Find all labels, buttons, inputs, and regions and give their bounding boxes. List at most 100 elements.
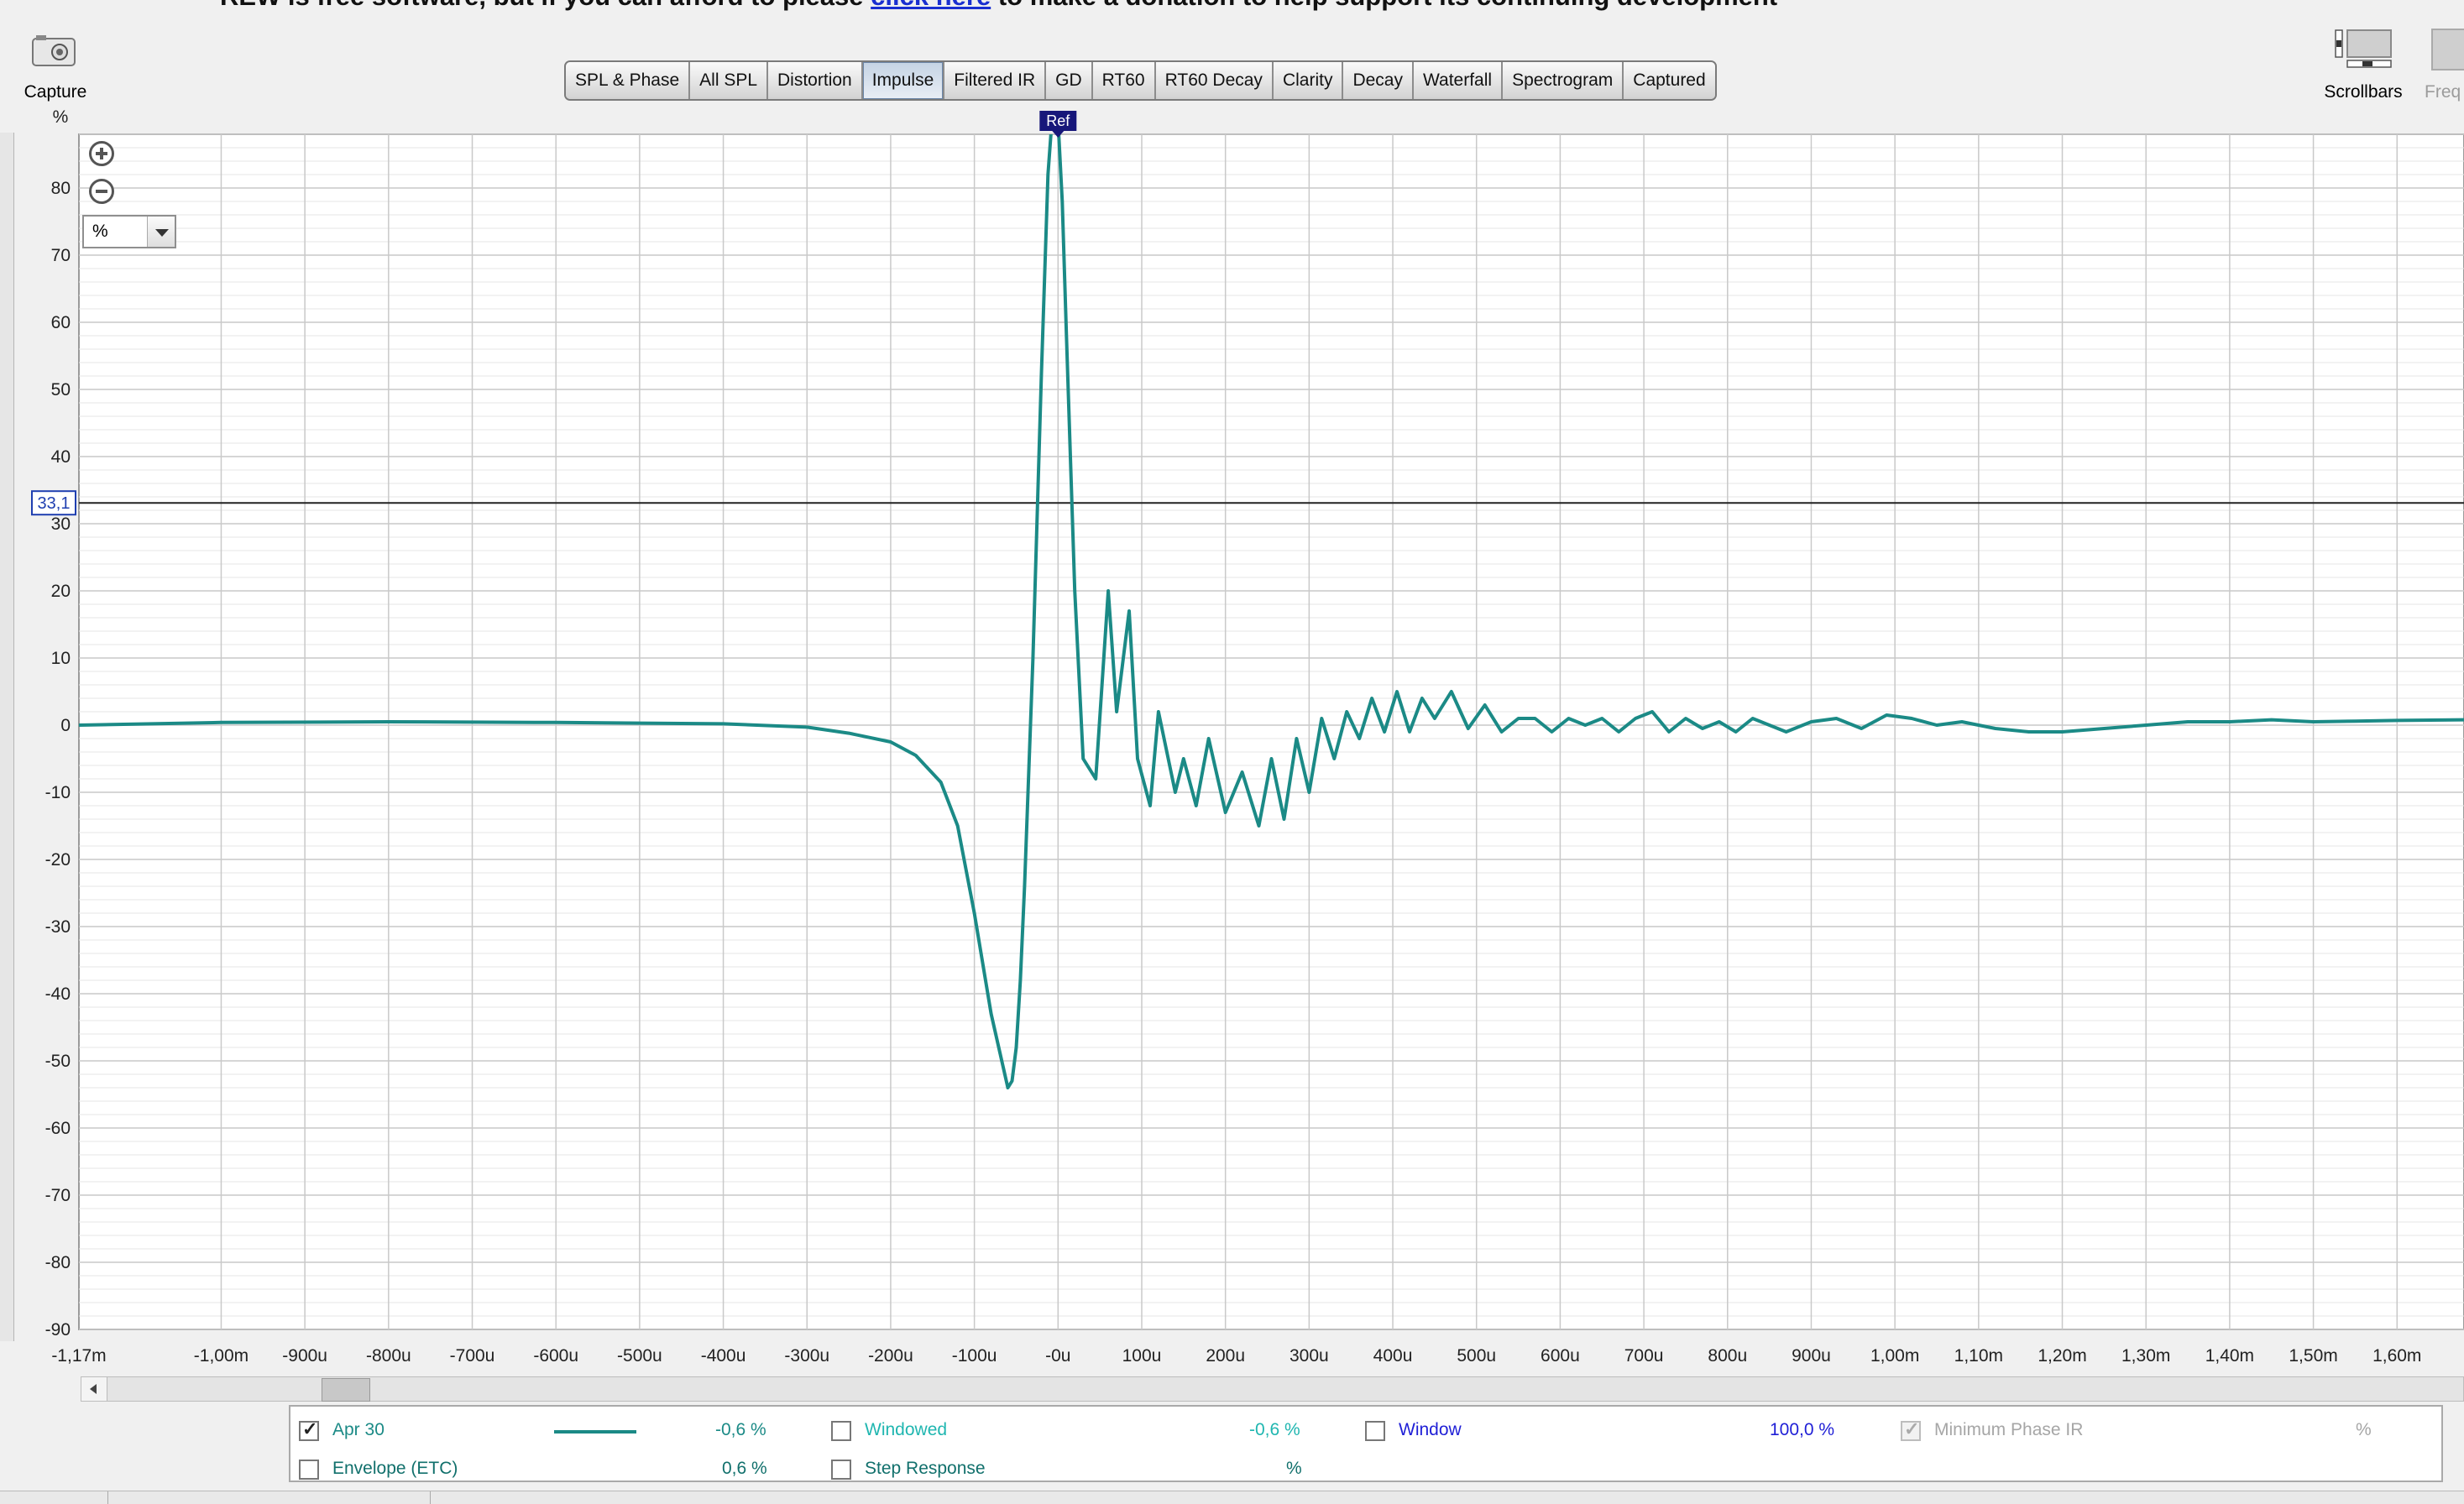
- tab-spl-phase[interactable]: SPL & Phase: [566, 62, 691, 99]
- y-tick-label: 10: [51, 649, 71, 668]
- y-tick-label: -60: [45, 1119, 71, 1138]
- tab-decay[interactable]: Decay: [1343, 62, 1414, 99]
- freq-icon: [2431, 29, 2464, 70]
- y-tick-label: 60: [51, 313, 71, 332]
- x-tick-label: 600u: [1541, 1346, 1580, 1366]
- scrollbar-thumb[interactable]: [322, 1378, 370, 1402]
- apr-30-checkbox[interactable]: [299, 1418, 319, 1441]
- x-tick-label: 1,30m: [2121, 1346, 2170, 1366]
- y-unit-select[interactable]: %: [82, 215, 176, 248]
- tab-captured[interactable]: Captured: [1624, 62, 1715, 99]
- graph-tabs: SPL & Phase All SPL Distortion Impulse Filte…: [564, 60, 1717, 101]
- minimum-phase-ir-value: %: [2356, 1420, 2372, 1439]
- impulse-chart-svg[interactable]: 80 70 60 50 40 30 20 10 0 -10 -20 -30 -40 -50 -60 -70 -8…: [0, 109, 2464, 1376]
- minimum-phase-ir-label: Minimum Phase IR: [1934, 1420, 2084, 1439]
- x-tick-label: -300u: [784, 1346, 829, 1366]
- tab-gd[interactable]: GD: [1046, 62, 1093, 99]
- freq-label: Freq: [2425, 82, 2461, 102]
- y-tick-label: -80: [45, 1253, 71, 1272]
- x-tick-label: 400u: [1373, 1346, 1413, 1366]
- y-axis-unit-label: %: [53, 109, 69, 127]
- apr-30-label: Apr 30: [332, 1420, 385, 1439]
- x-tick-label: -500u: [617, 1346, 662, 1366]
- tab-all-spl[interactable]: All SPL: [690, 62, 769, 99]
- step-response-value: %: [1286, 1459, 1302, 1478]
- windowed-checkbox[interactable]: [831, 1421, 851, 1441]
- horizontal-scrollbar[interactable]: [81, 1376, 2464, 1402]
- x-tick-label: 1,60m: [2372, 1346, 2421, 1366]
- y-tick-label: -50: [45, 1052, 71, 1071]
- banner-text-before: REW is free software, but if you can aff…: [220, 0, 864, 11]
- tab-filtered-ir[interactable]: Filtered IR: [944, 62, 1047, 99]
- y-tick-label: -20: [45, 850, 71, 870]
- tab-distortion[interactable]: Distortion: [768, 62, 863, 99]
- apr-30-value: -0,6 %: [715, 1420, 766, 1439]
- tab-impulse[interactable]: Impulse: [862, 62, 945, 99]
- y-tick-label: -30: [45, 917, 71, 937]
- x-tick-label: 1,20m: [2038, 1346, 2086, 1366]
- x-tick-label: 900u: [1792, 1346, 1831, 1366]
- camera-icon: [32, 35, 76, 66]
- window-value: 100,0 %: [1770, 1420, 1835, 1439]
- scroll-left-arrow-icon[interactable]: [81, 1377, 107, 1401]
- trace-legend-panel: Apr 30 -0,6 % Windowed -0,6 % Window 100,0 % M…: [289, 1405, 2443, 1482]
- tab-spectrogram[interactable]: Spectrogram: [1503, 62, 1624, 99]
- tab-rt60[interactable]: RT60: [1092, 62, 1156, 99]
- tab-clarity[interactable]: Clarity: [1273, 62, 1344, 99]
- y-tick-label: -10: [45, 783, 71, 802]
- y-tick-label: -40: [45, 984, 71, 1004]
- x-tick-label: -700u: [450, 1346, 495, 1366]
- zoom-out-icon[interactable]: [89, 179, 114, 204]
- y-tick-label: -90: [45, 1320, 71, 1340]
- y-unit-select-value: %: [92, 222, 108, 241]
- envelope-etc-value: 0,6 %: [722, 1459, 767, 1478]
- donation-banner-text: REW is free software, but if you can aff…: [220, 0, 1777, 12]
- minimum-phase-ir-checkbox: [1901, 1418, 1921, 1441]
- x-tick-label: -1,17m: [51, 1346, 106, 1366]
- x-tick-label: -600u: [533, 1346, 578, 1366]
- x-tick-label: -800u: [366, 1346, 411, 1366]
- x-tick-label: -100u: [952, 1346, 997, 1366]
- envelope-etc-checkbox[interactable]: [299, 1460, 319, 1480]
- windowed-label: Windowed: [865, 1420, 948, 1439]
- x-tick-label: 100u: [1122, 1346, 1162, 1366]
- plot-area[interactable]: [78, 133, 2464, 1330]
- x-tick-label: -1,00m: [194, 1346, 248, 1366]
- capture-label: Capture: [24, 82, 87, 102]
- y-tick-label: 0: [60, 716, 71, 735]
- windowed-value: -0,6 %: [1249, 1420, 1300, 1439]
- status-bar: [0, 1491, 2464, 1504]
- envelope-etc-label: Envelope (ETC): [332, 1459, 458, 1478]
- y-tick-label: 20: [51, 582, 71, 601]
- step-response-label: Step Response: [865, 1459, 986, 1478]
- zoom-in-icon[interactable]: [89, 141, 114, 166]
- capture-button[interactable]: Capture: [13, 27, 97, 119]
- window-checkbox[interactable]: [1365, 1421, 1385, 1441]
- x-tick-label: 1,40m: [2205, 1346, 2254, 1366]
- tab-waterfall[interactable]: Waterfall: [1413, 62, 1504, 99]
- x-tick-label: -400u: [701, 1346, 746, 1366]
- x-tick-label: -0u: [1045, 1346, 1070, 1366]
- x-tick-label: 500u: [1457, 1346, 1496, 1366]
- impulse-chart: 80 70 60 50 40 30 20 10 0 -10 -20 -30 -40 -50 -60 -70 -8…: [0, 109, 2464, 1393]
- tab-rt60-decay[interactable]: RT60 Decay: [1155, 62, 1274, 99]
- x-tick-label: 800u: [1708, 1346, 1747, 1366]
- freq-button[interactable]: Freq: [2418, 24, 2464, 116]
- y-tick-label: -70: [45, 1186, 71, 1205]
- scrollbars-label: Scrollbars: [2324, 82, 2403, 102]
- window-label: Window: [1399, 1420, 1462, 1439]
- y-tick-label: 50: [51, 380, 71, 400]
- ref-marker-label: Ref: [1046, 112, 1070, 129]
- donation-link[interactable]: click here: [871, 0, 991, 11]
- chevron-down-icon[interactable]: [147, 217, 175, 247]
- scrollbars-button[interactable]: Scrollbars: [2309, 24, 2418, 116]
- scrollbars-icon: [2335, 29, 2392, 68]
- step-response-checkbox[interactable]: [831, 1460, 851, 1480]
- x-tick-label: -200u: [868, 1346, 913, 1366]
- y-tick-label: 80: [51, 179, 71, 198]
- y-tick-label: 30: [51, 514, 71, 534]
- x-tick-label: 200u: [1206, 1346, 1245, 1366]
- x-tick-label: 300u: [1290, 1346, 1329, 1366]
- y-tick-label: 40: [51, 447, 71, 467]
- x-tick-label: 1,50m: [2289, 1346, 2337, 1366]
